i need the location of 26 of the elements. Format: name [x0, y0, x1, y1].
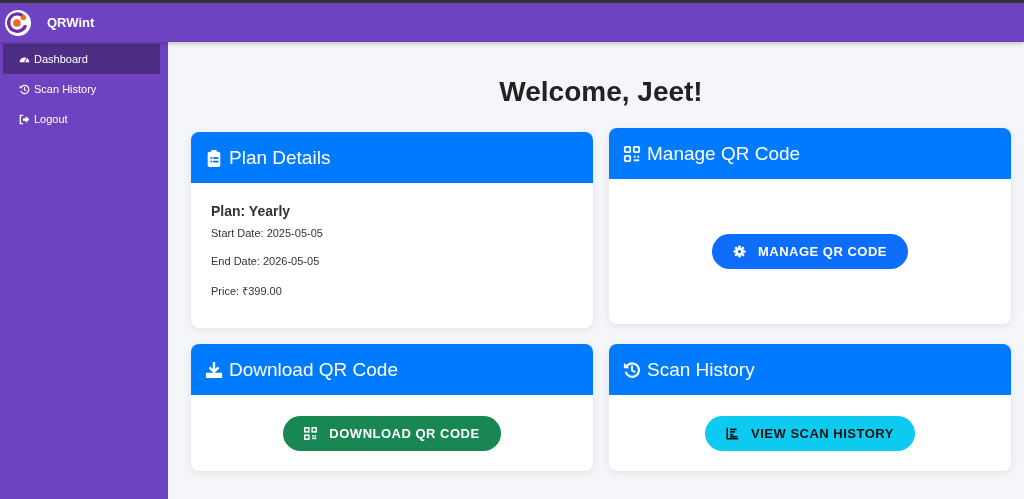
action-button[interactable]: VIEW SCAN HISTORY [705, 415, 915, 451]
download-icon [205, 360, 223, 379]
card-title: Plan Details [229, 146, 331, 169]
app-name: QRWint [47, 15, 95, 30]
sidebar-item[interactable]: Dashboard [3, 44, 160, 74]
card-title: Scan History [647, 358, 755, 381]
plan-name: Plan: Yearly [211, 203, 292, 219]
sidebar-item[interactable]: Scan History [3, 74, 160, 104]
logout-icon [19, 113, 30, 125]
plan-detail: End Date: 2026-05-05 [211, 255, 321, 267]
qr-code-icon [623, 144, 641, 163]
card-title: Manage QR Code [647, 142, 801, 165]
welcome-heading: Welcome, Jeet! [498, 76, 704, 108]
clipboard-icon [205, 148, 223, 167]
sidebar-item[interactable]: Logout [3, 104, 160, 134]
history-icon [623, 360, 641, 379]
gear-icon [732, 245, 746, 258]
plan-detail: Price: ₹399.00 [211, 284, 283, 298]
action-button[interactable]: DOWNLOAD QR CODE [283, 415, 501, 451]
bar-chart-icon [726, 426, 740, 440]
plan-detail: Start Date: 2025-05-05 [211, 227, 324, 239]
logo-icon [5, 9, 31, 36]
action-button[interactable]: MANAGE QR CODE [711, 234, 909, 269]
qr-code-icon [304, 426, 318, 440]
card-title: Download QR Code [229, 358, 398, 381]
history-icon [19, 83, 30, 95]
